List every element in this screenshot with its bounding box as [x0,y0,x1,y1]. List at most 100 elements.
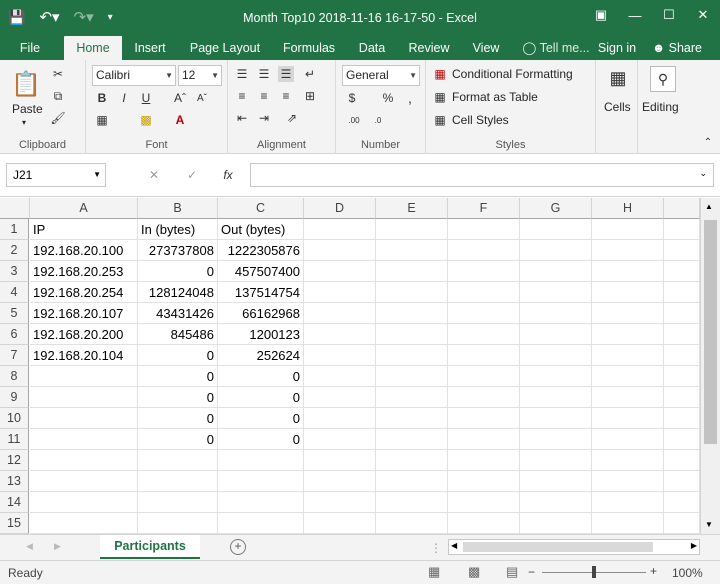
empty-cell[interactable] [520,429,592,450]
tab-split-handle[interactable]: ⋮ [430,541,442,555]
percent-style-icon[interactable]: % [380,90,396,106]
empty-cell[interactable] [304,408,376,429]
empty-cell[interactable] [376,345,448,366]
next-sheet-icon[interactable]: ▶ [54,541,61,552]
cell-b2[interactable]: 273737808 [138,240,218,261]
cell-a13[interactable] [30,471,138,492]
empty-cell[interactable] [592,282,664,303]
tab-view[interactable]: View [466,36,506,60]
tab-data[interactable]: Data [352,36,392,60]
empty-cell[interactable] [304,387,376,408]
empty-cell[interactable] [592,408,664,429]
cell-c6[interactable]: 1200123 [218,324,304,345]
expand-formula-bar-icon[interactable]: ⌄ [699,168,707,179]
cell-b12[interactable] [138,450,218,471]
empty-cell[interactable] [304,450,376,471]
empty-cell[interactable] [664,240,700,261]
empty-cell[interactable] [376,387,448,408]
empty-cell[interactable] [304,240,376,261]
empty-cell[interactable] [304,366,376,387]
empty-cell[interactable] [664,408,700,429]
row-header[interactable]: 7 [0,345,29,366]
cell-a14[interactable] [30,492,138,513]
empty-cell[interactable] [592,303,664,324]
empty-cell[interactable] [664,366,700,387]
empty-cell[interactable] [520,492,592,513]
scroll-up-icon[interactable]: ▲ [705,202,713,211]
empty-cell[interactable] [304,282,376,303]
scroll-down-icon[interactable]: ▼ [705,520,713,529]
tab-insert[interactable]: Insert [128,36,172,60]
empty-cell[interactable] [592,240,664,261]
editing-button[interactable]: Editing [642,100,679,114]
cell-a10[interactable] [30,408,138,429]
row-header[interactable]: 4 [0,282,29,303]
scroll-thumb[interactable] [704,220,717,444]
empty-cell[interactable] [304,513,376,534]
empty-cell[interactable] [592,492,664,513]
cell-b11[interactable]: 0 [138,429,218,450]
sign-in-link[interactable]: Sign in [594,36,640,60]
cell-a7[interactable]: 192.168.20.104 [30,345,138,366]
empty-cell[interactable] [520,303,592,324]
wrap-text-icon[interactable]: ↵ [302,66,318,82]
cell-a15[interactable] [30,513,138,534]
empty-cell[interactable] [376,471,448,492]
empty-cell[interactable] [664,219,700,240]
conditional-formatting-button[interactable]: Conditional Formatting [452,67,573,81]
tab-review[interactable]: Review [404,36,454,60]
horizontal-scroll-thumb[interactable] [463,542,653,552]
tab-home[interactable]: Home [64,36,122,60]
column-header-f[interactable]: F [448,198,520,219]
share-button[interactable]: ☻ Share [646,36,708,60]
empty-cell[interactable] [448,240,520,261]
empty-cell[interactable] [664,303,700,324]
empty-cell[interactable] [448,345,520,366]
cell-a12[interactable] [30,450,138,471]
empty-cell[interactable] [448,450,520,471]
cut-icon[interactable]: ✂ [50,66,66,82]
cell-c14[interactable] [218,492,304,513]
empty-cell[interactable] [448,408,520,429]
empty-cell[interactable] [448,282,520,303]
paste-icon[interactable]: 📋 [11,68,41,100]
zoom-in-icon[interactable]: + [650,564,657,578]
empty-cell[interactable] [664,324,700,345]
merge-center-icon[interactable]: ⊞ [302,88,318,104]
empty-cell[interactable] [376,303,448,324]
cell-b8[interactable]: 0 [138,366,218,387]
empty-cell[interactable] [448,492,520,513]
row-header[interactable]: 2 [0,240,29,261]
empty-cell[interactable] [376,492,448,513]
cell-c5[interactable]: 66162968 [218,303,304,324]
empty-cell[interactable] [592,219,664,240]
empty-cell[interactable] [376,450,448,471]
underline-icon[interactable]: U [138,90,154,106]
empty-cell[interactable] [376,429,448,450]
empty-cell[interactable] [304,261,376,282]
paste-dropdown-icon[interactable]: ▾ [22,118,26,127]
top-align-icon[interactable]: ☰ [234,66,250,82]
zoom-slider-thumb[interactable] [592,566,596,578]
cell-a1[interactable]: IP [30,219,138,240]
align-left-icon[interactable]: ≡ [234,88,250,104]
font-color-icon[interactable]: A [172,112,188,128]
horizontal-scrollbar[interactable]: ◀ ▶ [448,539,700,555]
increase-indent-icon[interactable]: ⇥ [256,110,272,126]
empty-cell[interactable] [520,408,592,429]
paste-button[interactable]: Paste [12,102,43,116]
row-header[interactable]: 8 [0,366,29,387]
empty-cell[interactable] [520,261,592,282]
empty-cell[interactable] [520,345,592,366]
empty-cell[interactable] [304,471,376,492]
empty-cell[interactable] [664,261,700,282]
empty-cell[interactable] [304,429,376,450]
empty-cell[interactable] [592,471,664,492]
empty-cell[interactable] [376,219,448,240]
format-as-table-button[interactable]: Format as Table [452,90,538,104]
decrease-indent-icon[interactable]: ⇤ [234,110,250,126]
insert-function-icon[interactable]: fx [220,167,236,183]
cell-c4[interactable]: 137514754 [218,282,304,303]
cell-c12[interactable] [218,450,304,471]
cell-c9[interactable]: 0 [218,387,304,408]
